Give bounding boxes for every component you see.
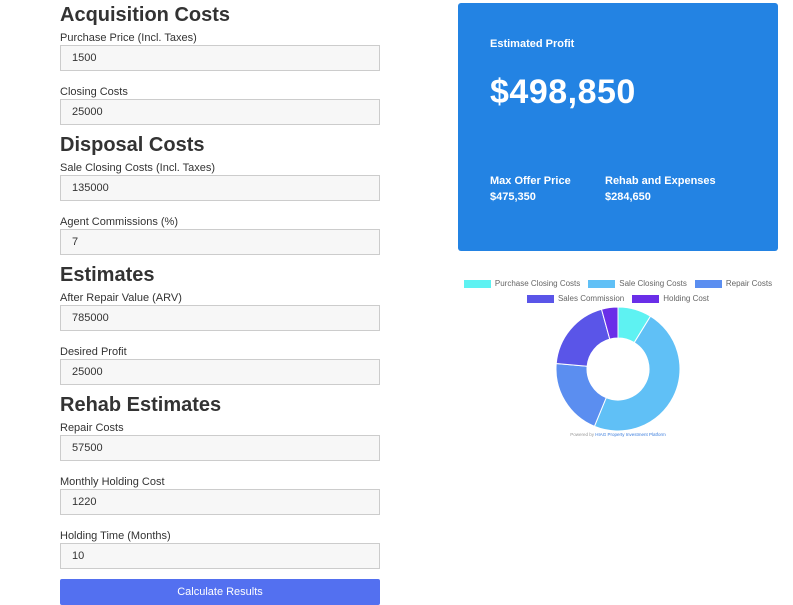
legend-label: Sale Closing Costs <box>619 279 687 288</box>
agent-commissions-input[interactable] <box>60 229 380 255</box>
input-form: Acquisition Costs Purchase Price (Incl. … <box>60 4 380 605</box>
legend-row: Sales Commission Holding Cost <box>458 291 778 306</box>
arv-label: After Repair Value (ARV) <box>60 292 182 304</box>
donut-slice-sales-commission[interactable] <box>555 308 611 367</box>
max-offer-block: Max Offer Price $475,350 <box>490 173 571 205</box>
rehab-expenses-label: Rehab and Expenses <box>605 175 716 187</box>
legend-row: Purchase Closing Costs Sale Closing Costs… <box>458 276 778 291</box>
disposal-costs-heading: Disposal Costs <box>60 134 205 156</box>
legend-swatch <box>463 279 491 288</box>
cost-breakdown-donut-chart <box>555 306 681 432</box>
repair-costs-input[interactable] <box>60 435 380 461</box>
legend-item[interactable]: Sales Commission <box>526 294 625 303</box>
legend-label: Repair Costs <box>725 279 773 288</box>
chart-legend: Purchase Closing Costs Sale Closing Costs… <box>458 276 778 306</box>
legend-swatch <box>588 279 616 288</box>
purchase-price-input[interactable] <box>60 45 380 71</box>
max-offer-value: $475,350 <box>490 191 536 203</box>
rehab-expenses-value: $284,650 <box>605 191 651 203</box>
desired-profit-label: Desired Profit <box>60 346 127 358</box>
legend-label: Holding Cost <box>663 294 710 303</box>
holding-time-input[interactable] <box>60 543 380 569</box>
estimates-heading: Estimates <box>60 264 155 286</box>
legend-label: Purchase Closing Costs <box>494 279 581 288</box>
calculate-results-button[interactable]: Calculate Results <box>60 579 380 605</box>
closing-costs-label: Closing Costs <box>60 86 128 98</box>
results-card: Estimated Profit $498,850 Max Offer Pric… <box>458 3 778 251</box>
sale-closing-costs-input[interactable] <box>60 175 380 201</box>
legend-item[interactable]: Sale Closing Costs <box>588 279 687 288</box>
acquisition-costs-heading: Acquisition Costs <box>60 4 231 26</box>
sale-closing-costs-label: Sale Closing Costs (Incl. Taxes) <box>60 162 216 174</box>
legend-item[interactable]: Repair Costs <box>694 279 773 288</box>
donut-slice-repair-costs[interactable] <box>555 362 607 427</box>
powered-by-footer: Powered by HIAG Property Investment Plat… <box>458 432 778 437</box>
holding-time-label: Holding Time (Months) <box>60 530 171 542</box>
agent-commissions-label: Agent Commissions (%) <box>60 216 178 228</box>
repair-costs-label: Repair Costs <box>60 422 124 434</box>
legend-item[interactable]: Purchase Closing Costs <box>463 279 581 288</box>
monthly-holding-cost-input[interactable] <box>60 489 380 515</box>
legend-swatch <box>694 279 722 288</box>
legend-label: Sales Commission <box>557 294 625 303</box>
purchase-price-label: Purchase Price (Incl. Taxes) <box>60 32 197 44</box>
legend-swatch <box>632 294 660 303</box>
powered-by-text: Powered by <box>570 432 594 437</box>
powered-by-link[interactable]: HIAG Property Investment Platform <box>595 432 666 437</box>
monthly-holding-cost-label: Monthly Holding Cost <box>60 476 165 488</box>
desired-profit-input[interactable] <box>60 359 380 385</box>
rehab-expenses-block: Rehab and Expenses $284,650 <box>605 173 716 205</box>
arv-input[interactable] <box>60 305 380 331</box>
estimated-profit-label: Estimated Profit <box>490 38 575 50</box>
rehab-estimates-heading: Rehab Estimates <box>60 394 222 416</box>
estimated-profit-value: $498,850 <box>490 73 636 111</box>
legend-swatch <box>526 294 554 303</box>
closing-costs-input[interactable] <box>60 99 380 125</box>
legend-item[interactable]: Holding Cost <box>632 294 709 303</box>
max-offer-label: Max Offer Price <box>490 175 571 187</box>
